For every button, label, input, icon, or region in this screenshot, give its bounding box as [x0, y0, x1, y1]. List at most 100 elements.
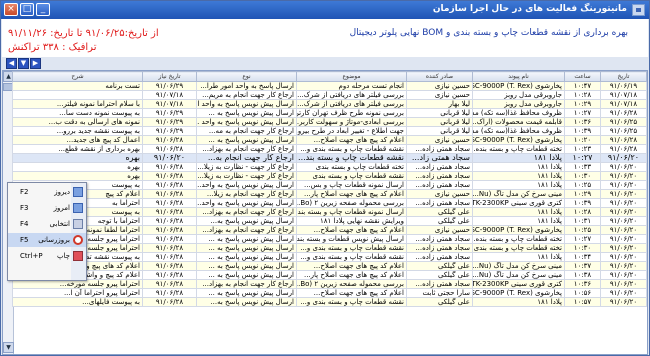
table-row[interactable]: ۹۱/۰۶/۲۰ ۱۰:۲۹ مینی سرخ کن مدل تاگ (Nu... ح…: [12, 189, 647, 199]
table-row[interactable]: ۹۱/۰۶/۲۰ ۱۰:۳۰ پلادا ۱۸۱ سجاد همتی زاده... ن…: [12, 171, 647, 181]
menu-item-yesterday[interactable]: دیروز F2: [8, 185, 86, 199]
table-cell: ۹۱/۰۶/۲۹: [142, 81, 197, 91]
next-arrow-icon[interactable]: ▶: [30, 58, 41, 69]
maximize-button[interactable]: □: [20, 3, 34, 16]
calendar-icon: [73, 203, 83, 213]
table-row[interactable]: ۹۱/۰۶/۲۵ ۱۰:۳۶ قابلمه قیمت محصولات (اراک..…: [12, 117, 647, 127]
table-cell: ۱۰:۲۸: [564, 90, 601, 100]
table-cell: ظروف محافظ غذا(سه تکه) مد...: [472, 108, 565, 118]
table-cell: ۹۱/۰۶/۲۸: [142, 189, 197, 199]
table-cell: علی گیلکی: [406, 261, 473, 271]
activity-grid[interactable]: ▲ ▼ تاریخ ساعت نام پیوند صادر کننده موضوع نوع…: [2, 70, 648, 355]
table-cell: ۹۱/۰۶/۲۰: [600, 270, 647, 280]
menu-item-custom[interactable]: انتخابی F4: [8, 217, 86, 231]
table-cell: مینی سرخ کن مدل تاگ (Nu...: [472, 189, 565, 199]
table-row[interactable]: ۹۱/۰۶/۲۸ ۱۰:۲۷ ظروف محافظ غذا(سه تکه) مد..…: [12, 108, 647, 118]
table-row[interactable]: ۹۱/۰۶/۲۰ ۱۰:۲۵ پخارشوی (SC-9000P (T. Rex حس…: [12, 225, 647, 235]
table-row[interactable]: ۹۱/۰۶/۲۰ ۱۰:۲۵ پلادا ۱۸۱ سجاد همتی زاده... ا…: [12, 180, 647, 190]
table-cell: بهره: [12, 153, 143, 163]
table-cell: پلادا ۱۸۱: [472, 180, 565, 190]
table-row[interactable]: ۹۱/۰۶/۲۰ ۱۰:۵۷ پلادا ۱۸۱ علی گیلکی نقشه قطعا…: [12, 297, 647, 307]
table-cell: ۹۱/۰۶/۲۸: [142, 135, 197, 145]
scroll-down-icon[interactable]: ▼: [3, 342, 14, 353]
table-cell: کتری قوری سینی TK-2300KP: [472, 279, 565, 289]
table-cell: ۹۱/۰۶/۲۵: [600, 117, 647, 127]
table-cell: با سلام احتراما نمونه فیلتر...: [12, 99, 143, 109]
traffic-label: ترافیک : ۳۳۸ تراکنش: [8, 42, 97, 53]
down-arrow-icon[interactable]: ▼: [18, 58, 29, 69]
calendar-icon: [73, 187, 83, 197]
column-header[interactable]: موضوع: [296, 71, 407, 82]
table-cell: ۹۱/۰۶/۲۸: [142, 279, 197, 289]
column-header[interactable]: شرح: [12, 71, 143, 82]
table-row[interactable]: ۹۱/۰۶/۱۹ ۱۰:۴۷ پخارشوی (SC-9000P (T. Rex حس…: [12, 81, 647, 91]
menu-item-print[interactable]: چاپ Ctrl+P: [8, 249, 86, 263]
table-row[interactable]: ۹۱/۰۶/۲۰ ۱۰:۳۶ کتری قوری سینی TK-2300KP سجا…: [12, 279, 647, 289]
table-cell: ۱۰:۳۰: [564, 171, 601, 181]
table-row[interactable]: ۹۱/۰۶/۲۵ ۱۰:۳۹ ظروف محافظ غذا(سه تکه) مد..…: [12, 126, 647, 136]
table-cell: اعمال کد پیچ های جدید...: [12, 135, 143, 145]
table-cell: سجاد همتی زاد...: [406, 153, 473, 163]
table-row[interactable]: ۹۱/۰۶/۲۰ ۱۰:۳۹ کتری قوری سینی TK-2300KP سجا…: [12, 198, 647, 208]
table-cell: ۹۱/۰۶/۲۰: [600, 189, 647, 199]
table-cell: ۹۱/۰۶/۲۸: [600, 108, 647, 118]
table-cell: اعلام کد پیچ های جهت اصلاح...: [296, 288, 407, 298]
table-cell: نقشه قطعات چاپ و بسته بندی و...: [296, 252, 407, 262]
table-cell: سجاد همتی زاده...: [406, 171, 473, 181]
navigation-bar: ◀ ▼ ▶: [2, 57, 648, 70]
table-row[interactable]: ۹۱/۰۷/۱۸ ۱۰:۲۹ جاروبرقی مدل روبز لیلا بهار ب…: [12, 99, 647, 109]
table-row[interactable]: ۹۱/۰۶/۲۰ ۱۰:۳۸ مینی سرخ کن مدل تاگ (Nu... ع…: [12, 270, 647, 280]
table-cell: سجاد همتی زاده...: [406, 144, 473, 154]
table-cell: ۹۱/۰۶/۲۸: [142, 261, 197, 271]
table-cell: پخارشوی (SC-9000P (T. Rex: [472, 288, 565, 298]
table-row[interactable]: ۹۱/۰۶/۲۸ ۱۰:۲۳ تخته قطعات چاپ و بسته بنده.…: [12, 144, 647, 154]
column-header[interactable]: نوع: [196, 71, 297, 82]
menu-item-today[interactable]: امروز F3: [8, 201, 86, 215]
table-cell: لیلا بهار: [406, 99, 473, 109]
table-row[interactable]: ۹۱/۰۶/۲۰ ۱۰:۳۴ پلادا ۱۸۱ سجاد همتی زاده... ن…: [12, 252, 647, 262]
column-header[interactable]: صادر کننده: [406, 71, 473, 82]
table-row[interactable]: ۹۱/۰۶/۲۸ ۱۰:۲۰ پخارشوی (SC-9000P (T. Rex حس…: [12, 135, 647, 145]
app-icon: [632, 4, 645, 16]
table-cell: ارجاع کار جهت انجام به بهزاد...: [196, 207, 297, 217]
table-cell: ارجاع کار جهت انجام به بهزاد...: [196, 225, 297, 235]
date-range-label: از تاریخ:۹۱/۰۶/۲۵ تا تاریخ: ۹۱/۱۱/۲۶: [8, 28, 159, 39]
table-cell: پخارشوی (SC-9000P (T. Rex: [472, 225, 565, 235]
table-row[interactable]: ۹۱/۰۶/۲۰ ۱۰:۳۳ پلادا ۱۸۱ سجاد همتی زاده... ت…: [12, 162, 647, 172]
table-cell: انجام تست مرحله دوم: [296, 81, 407, 91]
table-cell: پلادا ۱۸۱: [472, 216, 565, 226]
table-cell: سارا حجتی ثابت: [406, 288, 473, 298]
table-row[interactable]: ۹۱/۰۶/۲۰ ۱۰:۳۰ تخته قطعات چاپ و بسته بندی س…: [12, 243, 647, 253]
column-header[interactable]: نام پیوند: [472, 71, 565, 82]
table-cell: لیلا قربانی: [406, 126, 473, 136]
column-header[interactable]: ساعت: [564, 71, 601, 82]
table-cell: لیلا قربانی: [406, 108, 473, 118]
table-row[interactable]: ۹۱/۰۶/۲۰ ۱۰:۵۶ پخارشوی (SC-9000P (T. Rex سا…: [12, 288, 647, 298]
table-cell: احتراما پیرو احتراما آن ا...: [12, 288, 143, 298]
table-cell: ۱۰:۳۹: [564, 126, 601, 136]
table-cell: ۱۰:۳۴: [564, 252, 601, 262]
table-cell: اعلام کد پیچ های جهت اصلاح پار...: [296, 189, 407, 199]
filter-icon: [73, 219, 83, 229]
table-cell: به پیوست نقشه جدید بررو...: [12, 126, 143, 136]
table-cell: پخارشوی (SC-9000P (T. Rex: [472, 81, 565, 91]
table-row[interactable]: ۹۱/۰۶/۲۰ ۱۰:۲۸ پلادا ۱۸۱ علی گیلکی ارسال نمو…: [12, 207, 647, 217]
column-header[interactable]: تاریخ: [600, 71, 647, 82]
title-bar[interactable]: مانیتورینگ فعالیت های در حال اجرا سازمان…: [1, 1, 649, 19]
table-cell: ویرایش نقشه نهایی پلادا ۱۸۱: [296, 216, 407, 226]
table-cell: ۹۱/۰۶/۲۸: [142, 198, 197, 208]
table-row[interactable]: ۹۱/۰۶/۲۰ ۱۰:۳۱ پلادا ۱۸۱ علی گیلکی ویرایش نق…: [12, 216, 647, 226]
table-cell: علی گیلکی: [406, 216, 473, 226]
close-button[interactable]: ×: [4, 3, 18, 16]
table-row[interactable]: ۹۱/۰۶/۲۰ ۱۰:۲۷ تخته قطعات چاپ و بسته بنده.…: [12, 234, 647, 244]
table-row[interactable]: ۹۱/۰۷/۱۸ ۱۰:۲۸ جاروبرقی مدل روبز حسین نیازی…: [12, 90, 647, 100]
menu-item-refresh[interactable]: بروزرسانی F5: [8, 233, 86, 247]
table-row[interactable]: ۹۱/۰۶/۲۰ ۱۰:۲۷ پلادا ۱۸۱ سجاد همتی زاد... نق…: [12, 153, 647, 163]
table-row[interactable]: ۹۱/۰۶/۲۰ ۱۰:۳۷ مینی سرخ کن مدل تاگ (Nu... ع…: [12, 261, 647, 271]
column-header[interactable]: تاریخ نیاز: [142, 71, 197, 82]
prev-arrow-icon[interactable]: ◀: [6, 58, 17, 69]
table-cell: ارسال پیش نویس پاسخ به ...: [196, 261, 297, 271]
table-cell: ارسال پیش نویس قطعات و بسته بندی...: [296, 234, 407, 244]
table-cell: سجاد همتی زاده...: [406, 198, 473, 208]
minimize-button[interactable]: _: [36, 3, 50, 16]
